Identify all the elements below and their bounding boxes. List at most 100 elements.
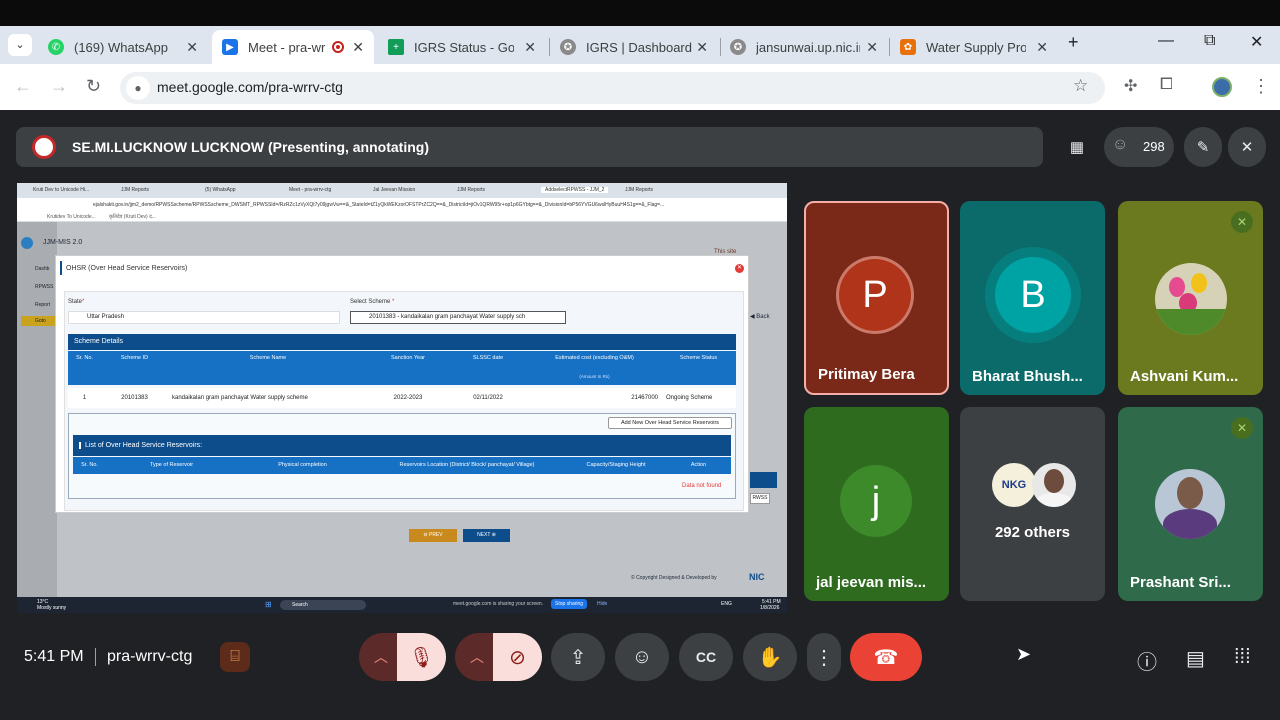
participant-tile[interactable]: P Pritimay Bera bbox=[804, 201, 949, 395]
tab-igrs-status[interactable]: + IGRS Status - Goo ✕ bbox=[378, 30, 546, 64]
leave-call-button[interactable]: ☎ bbox=[850, 633, 922, 681]
inner-bookmarks: Krutidev To Unicode... कृतिदेव (Kruti De… bbox=[17, 212, 787, 222]
info-icon[interactable]: ⓘ bbox=[1137, 646, 1157, 675]
divider bbox=[95, 648, 96, 666]
reservoir-list-title: List of Over Head Service Reservoirs: bbox=[79, 442, 203, 449]
hide-tiles-icon[interactable]: ▦ bbox=[1060, 131, 1094, 163]
inner-tab: Kruti Dev to Unicode Hi... bbox=[33, 187, 90, 193]
scheme-cell: Ongoing Scheme bbox=[666, 395, 713, 401]
shared-screen: Kruti Dev to Unicode Hi... JJM Reports (… bbox=[17, 183, 787, 613]
reload-button[interactable]: ↻ bbox=[86, 76, 101, 97]
scheme-cell: 2022-2023 bbox=[393, 395, 423, 401]
state-label-text: State bbox=[68, 299, 83, 305]
participant-tile[interactable]: B Bharat Bhush... bbox=[960, 201, 1105, 395]
present-button[interactable]: ⇪ bbox=[551, 633, 605, 681]
tab-water-supply[interactable]: ✿ Water Supply Proje ✕ bbox=[890, 30, 1058, 64]
close-icon[interactable]: ✕ bbox=[866, 39, 878, 56]
recording-icon bbox=[332, 41, 344, 53]
mic-off-button[interactable]: 🎙︎ bbox=[397, 633, 446, 681]
participant-tile[interactable]: j jal jeevan mis... bbox=[804, 407, 949, 601]
scheme-col: SLSSC date bbox=[472, 355, 504, 361]
tab-igrs-dashboard[interactable]: ✪ IGRS | Dashboard ✕ bbox=[550, 30, 718, 64]
inner-sharing-msg: meet.google.com is sharing your screen. bbox=[453, 601, 544, 607]
annotate-icon[interactable]: ✎ bbox=[1184, 127, 1222, 167]
camera-off-button[interactable]: ⊘ bbox=[493, 633, 542, 681]
tab-meet[interactable]: ▶ Meet - pra-wrr ✕ bbox=[212, 30, 374, 64]
close-icon[interactable]: ✕ bbox=[696, 39, 708, 56]
participant-name: jal jeevan mis... bbox=[816, 574, 927, 591]
close-icon[interactable]: ✕ bbox=[1036, 39, 1048, 56]
inner-tab: Jal Jeevan Mission bbox=[373, 187, 416, 193]
participant-avatar bbox=[1155, 263, 1227, 335]
reservoir-col: Capacity/Staging Height bbox=[586, 462, 646, 468]
inner-nic-logo: NIC bbox=[749, 572, 765, 582]
state-label: State* bbox=[68, 299, 85, 305]
participant-name: Prashant Sri... bbox=[1130, 574, 1231, 591]
reservoir-col: Type of Reservoir bbox=[149, 462, 194, 468]
back-button[interactable]: ← bbox=[14, 76, 32, 97]
others-avatar: NKG bbox=[992, 463, 1036, 507]
extensions-puzzle-icon[interactable]: ⧠ bbox=[1160, 76, 1173, 94]
scheme-select: 20101383 - kandaikalan gram panchayat Wa… bbox=[350, 311, 566, 324]
restore-button[interactable]: ⧉ bbox=[1204, 32, 1215, 50]
meeting-clock: 5:41 PM bbox=[24, 648, 84, 665]
whatsapp-icon: ✆ bbox=[48, 39, 64, 55]
inner-app-name: JJM-MIS 2.0 bbox=[43, 239, 83, 246]
forward-button[interactable]: → bbox=[50, 76, 68, 97]
tab-jansunwai[interactable]: ✪ jansunwai.up.nic.in ✕ bbox=[720, 30, 888, 64]
participant-tile[interactable]: ✕ Prashant Sri... bbox=[1118, 407, 1263, 601]
close-icon[interactable]: ✕ bbox=[352, 39, 364, 56]
emblem-icon: ✪ bbox=[730, 39, 746, 55]
mic-off-icon: ✕ bbox=[1231, 417, 1253, 439]
profile-avatar[interactable] bbox=[1212, 77, 1232, 97]
close-window-button[interactable]: ✕ bbox=[1250, 32, 1263, 52]
tab-title: IGRS Status - Goo bbox=[414, 39, 514, 55]
site-icon: ✿ bbox=[900, 39, 916, 55]
unpin-icon[interactable]: ✕ bbox=[1228, 127, 1266, 167]
inner-tabstrip: Kruti Dev to Unicode Hi... JJM Reports (… bbox=[17, 183, 787, 198]
person-body-shape bbox=[1163, 509, 1217, 539]
tab-title: IGRS | Dashboard bbox=[586, 39, 692, 55]
menu-icon[interactable]: ⋮ bbox=[1252, 76, 1270, 97]
companion-icon[interactable]: ⌸ bbox=[220, 642, 250, 672]
windows-start-icon: ⊞ bbox=[265, 600, 272, 609]
scheme-col: Sanction Year bbox=[391, 355, 425, 361]
close-icon[interactable]: ✕ bbox=[524, 39, 536, 56]
inner-tab: AddselectRPWSS - JJM_2 bbox=[541, 187, 609, 193]
extension-icon[interactable]: ✣ bbox=[1124, 76, 1137, 96]
scheme-row: 1 20101383 kandaikalan gram panchayat Wa… bbox=[68, 388, 736, 408]
captions-button[interactable]: CC bbox=[679, 633, 733, 681]
inner-weather-desc: Mostly sunny bbox=[37, 605, 67, 611]
others-tile[interactable]: NKG 292 others bbox=[960, 407, 1105, 601]
scheme-table-head: Sr. No. Scheme ID Scheme Name Sanction Y… bbox=[68, 351, 736, 385]
inner-sidebar-item: Dashb bbox=[35, 266, 50, 272]
emblem-icon: ✪ bbox=[560, 39, 576, 55]
jjm-logo bbox=[21, 237, 33, 249]
inner-next-button: NEXT ⊕ bbox=[463, 529, 510, 542]
site-info-icon[interactable]: ● bbox=[126, 76, 150, 100]
participant-count: 298 bbox=[1143, 139, 1165, 154]
minimize-button[interactable]: — bbox=[1158, 32, 1174, 50]
modal-accent bbox=[60, 261, 62, 275]
new-tab-button[interactable]: + bbox=[1068, 32, 1079, 53]
more-options-button[interactable]: ⋮ bbox=[807, 633, 841, 681]
inner-bookmark: Krutidev To Unicode... bbox=[47, 214, 96, 220]
inner-stop-sharing: Stop sharing bbox=[551, 599, 588, 609]
bookmark-star-icon[interactable]: ☆ bbox=[1073, 76, 1088, 96]
inner-sidebar-item: Goto bbox=[21, 316, 57, 326]
activities-icon[interactable]: ⁞⁞⁞ bbox=[1234, 646, 1251, 669]
raise-hand-button[interactable]: ✋ bbox=[743, 633, 797, 681]
close-icon[interactable]: ✕ bbox=[186, 39, 198, 56]
chat-icon[interactable]: ▤ bbox=[1186, 646, 1205, 671]
amount-note: (Amount In Rs) bbox=[579, 374, 610, 379]
tab-search-button[interactable]: ⌄ bbox=[8, 34, 32, 56]
scheme-col: Estimated cost (excluding O&M) bbox=[555, 355, 634, 361]
url-text[interactable]: meet.google.com/pra-wrrv-ctg bbox=[157, 79, 343, 95]
inner-tab: Meet - pra-wrrv-ctg bbox=[289, 187, 332, 193]
inner-sidebar: Dashb RPWSS Report Goto bbox=[17, 222, 57, 597]
tab-title: jansunwai.up.nic.in bbox=[756, 39, 860, 55]
inner-back-label: Back bbox=[756, 314, 770, 320]
emoji-button[interactable]: ☺ bbox=[615, 633, 669, 681]
participant-tile[interactable]: ✕ Ashvani Kum... bbox=[1118, 201, 1263, 395]
tab-whatsapp[interactable]: ✆ (169) WhatsApp ✕ bbox=[38, 30, 208, 64]
